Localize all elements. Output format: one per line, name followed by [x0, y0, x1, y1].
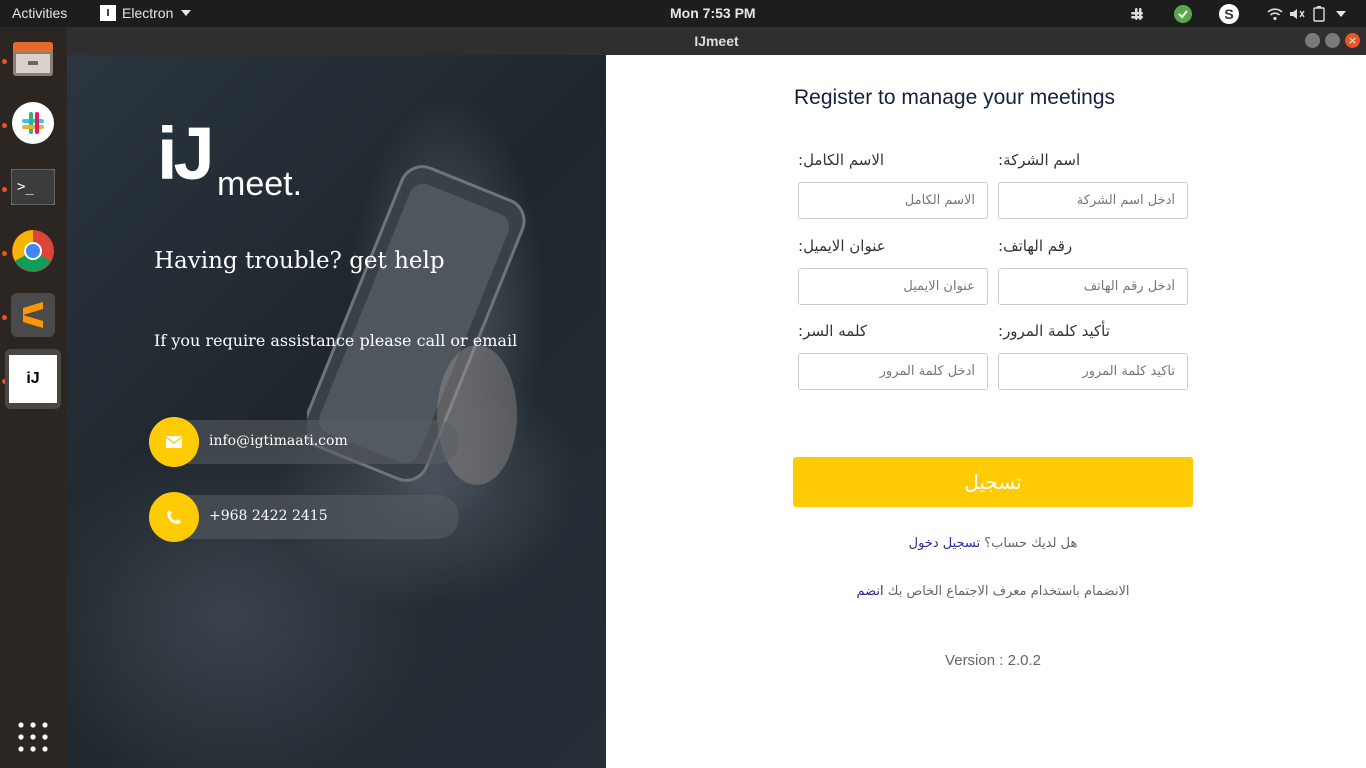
- system-top-bar: Activities I Electron Mon 7:53 PM S: [0, 0, 1366, 27]
- electron-app-icon: I: [100, 5, 116, 21]
- svg-text:S: S: [1224, 6, 1233, 22]
- system-menu-caret-icon[interactable]: [1330, 3, 1352, 25]
- sublime-text-icon[interactable]: [7, 289, 59, 341]
- activities-button[interactable]: Activities: [12, 5, 67, 21]
- logo-mark: iJ: [157, 112, 215, 195]
- slack-tray-icon[interactable]: [1126, 3, 1148, 25]
- email-input[interactable]: [798, 268, 988, 305]
- password-input[interactable]: [798, 353, 988, 390]
- help-subtitle: If you require assistance please call or…: [154, 331, 518, 350]
- maximize-button[interactable]: [1325, 33, 1340, 48]
- join-link[interactable]: انضم: [857, 584, 884, 599]
- drive-tray-icon[interactable]: [1172, 3, 1194, 25]
- company-name-input[interactable]: [998, 182, 1188, 219]
- phone-input[interactable]: [998, 268, 1188, 305]
- svg-text:>_: >_: [17, 179, 34, 195]
- window-title-bar: IJmeet ×: [67, 27, 1366, 55]
- email-label: :عنوان الايميل: [798, 237, 886, 255]
- system-tray: S: [1126, 3, 1352, 25]
- clock[interactable]: Mon 7:53 PM: [670, 5, 756, 21]
- phone-number[interactable]: +968 2422 2415: [209, 508, 328, 524]
- app-menu[interactable]: I Electron: [100, 5, 192, 21]
- ijmeet-dock-icon[interactable]: iJ: [5, 349, 61, 409]
- version-label: Version : 2.0.2: [945, 652, 1041, 669]
- phone-icon: [149, 492, 199, 542]
- company-label: :اسم الشركة: [998, 151, 1081, 169]
- volume-muted-icon[interactable]: [1286, 3, 1308, 25]
- ijmeet-logo-icon: iJ: [9, 355, 57, 403]
- join-text: الانضمام باستخدام معرف الاجتماع الخاص بك: [887, 584, 1130, 599]
- wifi-icon[interactable]: [1264, 3, 1286, 25]
- window-title: IJmeet: [694, 33, 739, 49]
- confirm-password-input[interactable]: [998, 353, 1188, 390]
- page-title: Register to manage your meetings: [794, 86, 1115, 109]
- files-icon[interactable]: [7, 33, 59, 85]
- dock: >_ iJ: [0, 27, 67, 768]
- login-link[interactable]: تسجيل دخول: [909, 536, 981, 551]
- register-button[interactable]: تسجيل: [793, 457, 1193, 507]
- chevron-down-icon: [181, 10, 192, 16]
- app-menu-label: Electron: [122, 5, 174, 21]
- email-contact[interactable]: info@igtimaati.com: [149, 417, 459, 467]
- chrome-icon[interactable]: [7, 225, 59, 277]
- slack-icon[interactable]: [7, 97, 59, 149]
- minimize-button[interactable]: [1305, 33, 1320, 48]
- have-account-text: هل لديك حساب؟: [984, 536, 1078, 551]
- ijmeet-logo: iJ meet.: [157, 112, 302, 204]
- registration-panel: Register to manage your meetings :الاسم …: [606, 55, 1366, 768]
- skype-tray-icon[interactable]: S: [1218, 3, 1240, 25]
- close-button[interactable]: ×: [1345, 33, 1360, 48]
- confirm-password-label: :تأكيد كلمة المرور: [998, 322, 1110, 340]
- battery-icon[interactable]: [1308, 3, 1330, 25]
- password-label: :كلمه السر: [798, 322, 868, 340]
- terminal-icon[interactable]: >_: [7, 161, 59, 213]
- help-panel: iJ meet. Having trouble? get help If you…: [67, 55, 606, 768]
- full-name-input[interactable]: [798, 182, 988, 219]
- phone-label: :رقم الهاتف: [998, 237, 1073, 255]
- email-address[interactable]: info@igtimaati.com: [209, 433, 348, 449]
- envelope-icon: [149, 417, 199, 467]
- help-title: Having trouble? get help: [154, 248, 445, 274]
- join-prompt: الانضمام باستخدام معرف الاجتماع الخاص بك…: [793, 584, 1193, 599]
- login-prompt: هل لديك حساب؟ تسجيل دخول: [793, 536, 1193, 551]
- logo-wordmark: meet.: [217, 165, 303, 203]
- full-name-label: :الاسم الكامل: [798, 151, 885, 169]
- phone-contact[interactable]: +968 2422 2415: [149, 492, 459, 542]
- show-apps-icon[interactable]: [7, 711, 59, 763]
